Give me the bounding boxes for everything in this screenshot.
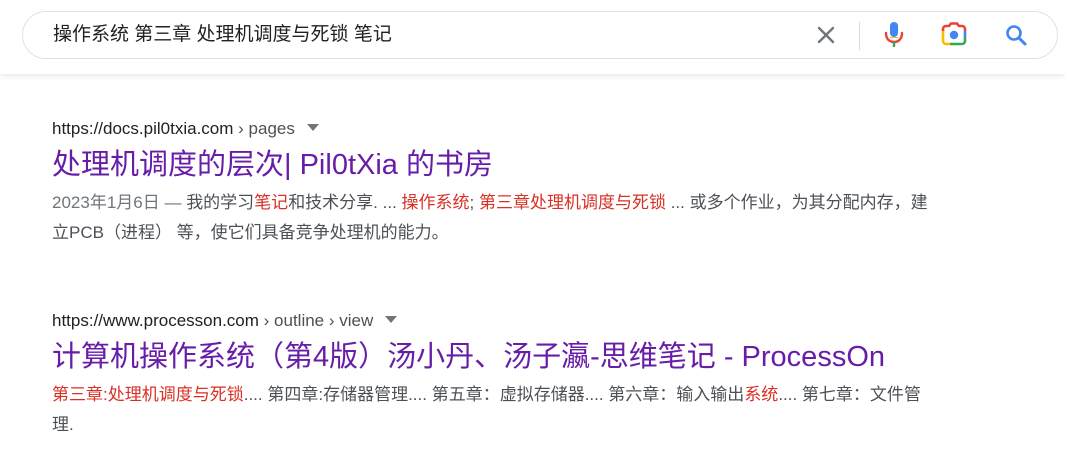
snippet-text: 和技术分享. ... — [288, 193, 402, 212]
search-result-2: https://www.processon.com › outline › vi… — [52, 310, 952, 440]
search-input[interactable]: 操作系统 第三章 处理机调度与死锁 笔记 — [53, 12, 813, 58]
search-button[interactable] — [996, 12, 1036, 58]
chevron-down-icon[interactable] — [385, 316, 398, 324]
snippet-highlight: 第三章:处理机调度与死锁 — [52, 385, 244, 404]
result-path: › outline › view — [258, 311, 374, 330]
search-box[interactable]: 操作系统 第三章 处理机调度与死锁 笔记 — [22, 11, 1058, 59]
result-snippet: 2023年1月6日 — 我的学习笔记和技术分享. ... 操作系统; 第三章处理… — [52, 188, 932, 248]
snippet-highlight: 第三章处理机调度与死锁 — [478, 193, 666, 212]
close-icon — [817, 26, 835, 44]
snippet-highlight: 操作系统 — [401, 193, 470, 212]
search-header: 操作系统 第三章 处理机调度与死锁 笔记 — [0, 0, 1065, 74]
image-search-button[interactable] — [934, 12, 974, 58]
snippet-text: .... 第四章:存储器管理.... 第五章：虚拟存储器.... 第六章：输入输… — [243, 385, 745, 404]
clear-button[interactable] — [806, 12, 846, 58]
snippet-highlight: 系统 — [744, 385, 779, 404]
result-site: https://docs.pil0txia.com — [52, 119, 234, 138]
snippet-text: 我的学习 — [186, 193, 255, 212]
snippet-text: ; — [469, 193, 479, 212]
result-url[interactable]: https://docs.pil0txia.com › pages — [52, 118, 952, 140]
result-title-link[interactable]: 处理机调度的层次| Pil0tXia 的书房 — [52, 146, 952, 184]
camera-lens-icon — [941, 22, 967, 46]
search-icon — [1006, 25, 1027, 46]
snippet-highlight: 笔记 — [254, 193, 289, 212]
result-snippet: 第三章:处理机调度与死锁.... 第四章:存储器管理.... 第五章：虚拟存储器… — [52, 380, 932, 440]
search-result-1: https://docs.pil0txia.com › pages 处理机调度的… — [52, 118, 952, 248]
result-path: › pages — [233, 119, 295, 138]
voice-search-button[interactable] — [874, 12, 914, 58]
search-divider — [859, 22, 860, 50]
snippet-date: 2023年1月6日 — — [52, 193, 187, 212]
chevron-down-icon[interactable] — [306, 124, 319, 132]
result-url[interactable]: https://www.processon.com › outline › vi… — [52, 310, 952, 332]
result-title-link[interactable]: 计算机操作系统（第4版）汤小丹、汤子瀛-思维笔记 - ProcessOn — [52, 338, 952, 376]
microphone-icon — [884, 22, 904, 47]
result-site: https://www.processon.com — [52, 311, 259, 330]
